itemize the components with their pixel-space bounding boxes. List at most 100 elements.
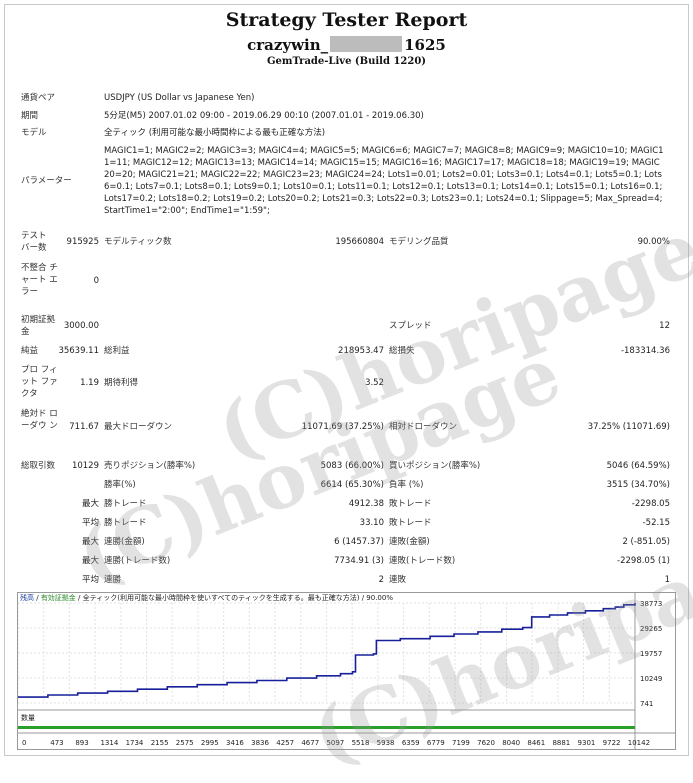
volume-bars [18, 726, 635, 729]
x-tick-label: 10142 [628, 739, 650, 747]
netprofit-label: 純益 [21, 346, 39, 356]
grossloss-label: 総損失 [389, 346, 415, 356]
absdd-label: 絶対ド ローダウ ン [21, 409, 58, 431]
ticks-label: モデルティック数 [104, 237, 172, 247]
avg-consec-loss-value: 1 [664, 575, 670, 585]
max-loss-label: 敗トレード [389, 499, 432, 509]
avg-win-value: 33.10 [359, 518, 384, 528]
trades-value: 10129 [71, 461, 99, 471]
short-label: 売りポジション(勝率%) [104, 461, 196, 471]
consec-loss-label: 連敗(トレード数) [389, 556, 456, 566]
deposit-value: 3000.00 [63, 321, 99, 331]
x-tick-label: 5938 [377, 739, 395, 747]
win-value: 6614 (65.30%) [320, 480, 384, 490]
pf-value: 1.19 [80, 378, 99, 388]
bars-value: 915925 [66, 237, 99, 247]
x-tick-label: 8040 [502, 739, 520, 747]
netprofit-value: 35639.11 [58, 346, 99, 356]
loss-label: 負率 (%) [389, 480, 424, 490]
consec-wins-label: 連勝(金額) [104, 537, 145, 547]
pf-label: プロ フィット ファクタ [21, 365, 58, 399]
y-tick-label: 19757 [640, 650, 662, 658]
avg-consec-win-value: 2 [378, 575, 384, 585]
max3-label: 最大 [81, 556, 99, 566]
loss-value: 3515 (34.70%) [606, 480, 670, 490]
x-tick-label: 9722 [603, 739, 621, 747]
x-tick-label: 1314 [100, 739, 118, 747]
x-tick-label: 9301 [578, 739, 596, 747]
consec-losses-value: 2 (-851.05) [622, 537, 670, 547]
report-title: Strategy Tester Report [225, 9, 468, 31]
x-tick-label: 4257 [276, 739, 294, 747]
avg-label: 平均 [81, 518, 99, 528]
grossloss-value: -183314.36 [620, 346, 670, 356]
x-tick-label: 8881 [552, 739, 570, 747]
y-tick-label: 741 [640, 700, 653, 708]
max-win-value: 4912.38 [348, 499, 384, 509]
x-tick-label: 893 [75, 739, 88, 747]
trades-label: 総取引数 [21, 461, 56, 471]
mismatch-value: 0 [93, 276, 99, 286]
ticks-value: 195660804 [335, 237, 384, 247]
params-value: MAGIC1=1; MAGIC2=2; MAGIC3=3; MAGIC4=4; … [104, 146, 664, 216]
x-tick-label: 2155 [151, 739, 169, 747]
y-tick-label: 38773 [640, 600, 662, 608]
pair-value: USDJPY (US Dollar vs Japanese Yen) [104, 93, 255, 103]
quality-value: 90.00% [637, 237, 670, 247]
reldd-label: 相対ドローダウン [389, 422, 458, 432]
avg-consec-loss-label: 連敗 [389, 575, 407, 585]
consec-losses-label: 連敗(金額) [389, 537, 430, 547]
max-label: 最大 [81, 499, 99, 509]
avg-consec-win-label: 連勝 [104, 575, 122, 585]
x-tick-label: 8461 [527, 739, 545, 747]
model-value: 全ティック (利用可能な最小時間枠による最も正確な方法) [104, 128, 326, 138]
quality-label: モデリング品質 [389, 237, 449, 247]
grossprofit-label: 総利益 [104, 346, 130, 356]
x-tick-label: 6359 [402, 739, 420, 747]
y-tick-label: 10249 [640, 675, 662, 683]
chart-svg: 38773 29265 19757 10249 741 0 473 893 1314 1734 21… [18, 593, 675, 749]
balance-chart: 残高 / 有効証拠金 / 全ティック(利用可能な最小時間枠を使いすべてのティック… [17, 592, 676, 750]
absdd-value: 711.67 [69, 422, 99, 432]
pair-label: 通貨ペア [21, 93, 56, 103]
expert-name: crazywin_ 1625 [0, 36, 693, 54]
maxdd-value: 11071.69 (37.25%) [301, 422, 384, 432]
avg2-label: 平均 [81, 575, 99, 585]
short-value: 5083 (66.00%) [320, 461, 384, 471]
long-label: 買いポジション(勝率%) [389, 461, 481, 471]
mismatch-label: 不整合 チャート エラー [21, 263, 58, 297]
win-label: 勝率(%) [104, 480, 136, 490]
balance-line [18, 603, 636, 698]
params-label: パラメーター [21, 176, 72, 186]
consec-profit-label: 連勝(トレード数) [104, 556, 171, 566]
consec-loss-value: -2298.05 (1) [617, 556, 670, 566]
x-tick-label: 3416 [226, 739, 244, 747]
avg-loss-label: 敗トレード [389, 518, 432, 528]
x-tick-label: 7199 [452, 739, 470, 747]
avg-loss-value: -52.15 [642, 518, 670, 528]
spread-label: スプレッド [389, 321, 432, 331]
long-value: 5046 (64.59%) [606, 461, 670, 471]
grossprofit-value: 218953.47 [338, 346, 384, 356]
x-tick-label: 0 [22, 739, 26, 747]
x-tick-label: 6779 [427, 739, 445, 747]
max-loss-value: -2298.05 [631, 499, 670, 509]
x-tick-label: 2995 [201, 739, 219, 747]
spread-value: 12 [659, 321, 670, 331]
y-tick-label: 29265 [640, 625, 662, 633]
maxdd-label: 最大ドローダウン [104, 422, 173, 432]
expected-label: 期待利得 [104, 378, 139, 388]
redacted-block [330, 36, 403, 52]
x-tick-label: 5097 [326, 739, 344, 747]
x-tick-label: 5518 [352, 739, 370, 747]
volume-label: 数量 [21, 714, 35, 722]
max-win-label: 勝トレード [104, 499, 147, 509]
x-tick-label: 3836 [251, 739, 269, 747]
expert-name-prefix: crazywin_ [247, 36, 329, 54]
bars-label: テスト バー数 [21, 231, 47, 253]
model-label: モデル [21, 128, 47, 138]
consec-profit-value: 7734.91 (3) [334, 556, 384, 566]
reldd-value: 37.25% (11071.69) [587, 422, 670, 432]
max2-label: 最大 [81, 537, 99, 547]
avg-win-label: 勝トレード [104, 518, 147, 528]
